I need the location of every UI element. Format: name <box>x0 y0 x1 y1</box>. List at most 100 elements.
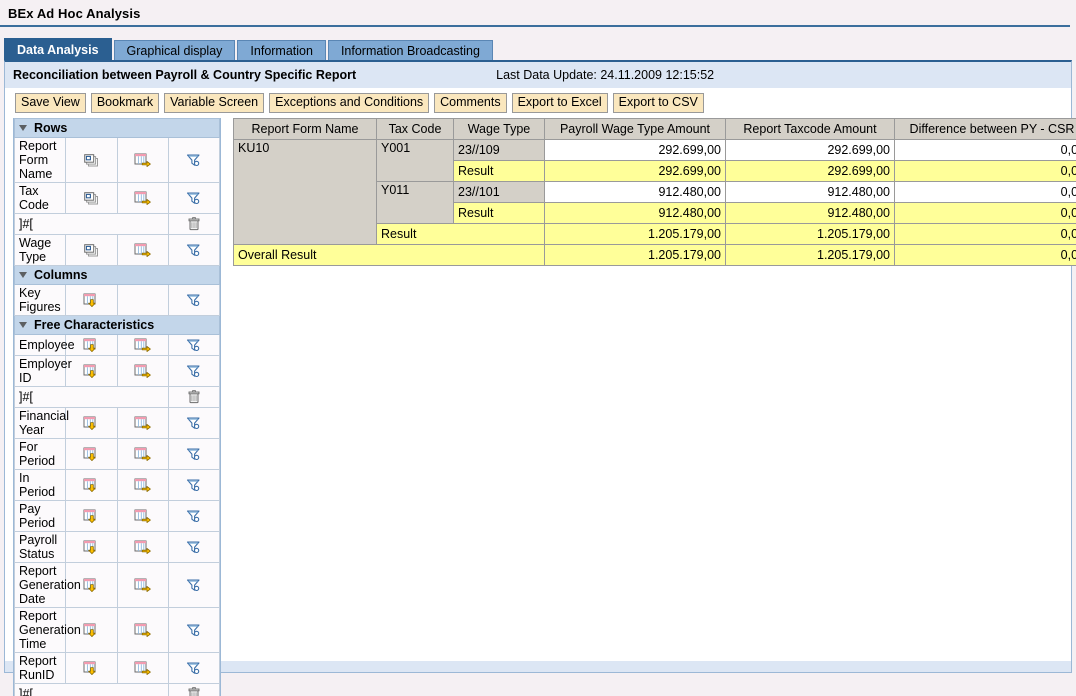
table-row[interactable]: KU10Y00123//109292.699,00292.699,000,00 <box>233 139 1076 245</box>
table-right-arrow-icon-cell[interactable] <box>116 469 169 501</box>
grid-column-header[interactable]: Report Taxcode Amount <box>725 118 895 140</box>
nav-item-label[interactable]: Employee <box>13 334 75 356</box>
table-right-arrow-icon-cell[interactable] <box>116 652 169 684</box>
tab-graphical-display[interactable]: Graphical display <box>113 40 236 60</box>
nav-item-label[interactable]: ]#[ <box>14 386 169 408</box>
cell-wage-type[interactable]: Result <box>453 160 545 182</box>
nav-item-row[interactable]: Report RunID <box>13 652 221 684</box>
nav-item-label[interactable]: Financial Year <box>13 407 69 439</box>
table-down-arrow-icon-cell[interactable] <box>65 438 118 470</box>
cell-tax-code[interactable]: Y001 <box>376 139 454 182</box>
grid-column-header[interactable]: Report Form Name <box>233 118 377 140</box>
grid-column-header[interactable]: Difference between PY - CSR <box>894 118 1076 140</box>
filter-icon-cell[interactable] <box>167 607 221 653</box>
table-down-arrow-icon-cell[interactable] <box>65 284 118 316</box>
nav-item-label[interactable]: Payroll Status <box>13 531 67 563</box>
filter-icon-cell[interactable] <box>167 438 221 470</box>
nav-item-label[interactable]: Tax Code <box>13 182 67 214</box>
cell-wage-type[interactable]: 23//101 <box>453 181 545 203</box>
hierarchy-icon-cell[interactable] <box>65 182 118 214</box>
tab-information-broadcasting[interactable]: Information Broadcasting <box>327 40 493 60</box>
export-to-csv-button[interactable]: Export to CSV <box>612 93 704 113</box>
filter-icon-cell[interactable] <box>167 500 221 532</box>
save-view-button[interactable]: Save View <box>15 93 86 113</box>
nav-item-label[interactable]: Report Generation Time <box>13 607 81 653</box>
nav-section-rows[interactable]: Rows <box>14 118 220 138</box>
nav-item-label[interactable]: Key Figures <box>13 284 67 316</box>
table-right-arrow-icon-cell[interactable] <box>116 531 169 563</box>
nav-item-row[interactable]: Employee <box>13 334 221 356</box>
cell-report-form-name[interactable]: KU10 <box>233 139 377 245</box>
nav-item-label[interactable]: For Period <box>13 438 67 470</box>
nav-item-row[interactable]: Report Generation Date <box>13 562 221 608</box>
filter-icon-cell[interactable] <box>167 407 221 439</box>
table-down-arrow-icon-cell[interactable] <box>65 407 118 439</box>
nav-item-row[interactable]: Wage Type <box>13 234 221 266</box>
grid-column-header[interactable]: Wage Type <box>453 118 545 140</box>
trash-icon-cell[interactable] <box>167 683 221 696</box>
table-down-arrow-icon-cell[interactable] <box>65 531 118 563</box>
trash-icon-cell[interactable] <box>167 213 221 235</box>
filter-icon-cell[interactable] <box>167 137 221 183</box>
grid-column-header[interactable]: Tax Code <box>376 118 454 140</box>
nav-separator-row[interactable]: ]#[ <box>14 683 221 696</box>
nav-item-label[interactable]: Report Generation Date <box>13 562 81 608</box>
nav-item-label[interactable]: ]#[ <box>14 683 169 696</box>
table-right-arrow-icon-cell[interactable] <box>116 234 169 266</box>
table-down-arrow-icon-cell[interactable] <box>65 652 118 684</box>
nav-item-label[interactable]: Report RunID <box>13 652 67 684</box>
nav-item-row[interactable]: Key Figures <box>13 284 221 316</box>
collapse-triangle-icon[interactable] <box>19 322 28 328</box>
variable-screen-button[interactable]: Variable Screen <box>164 93 265 113</box>
nav-item-row[interactable]: In Period <box>13 469 221 501</box>
collapse-triangle-icon[interactable] <box>19 125 28 131</box>
table-row[interactable]: Overall Result 1.205.179,00 1.205.179,00 0,… <box>233 244 1076 266</box>
nav-section-columns[interactable]: Columns <box>14 265 220 285</box>
nav-item-row[interactable]: Report Form Name <box>13 137 221 183</box>
filter-icon-cell[interactable] <box>167 355 221 387</box>
table-right-arrow-icon-cell[interactable] <box>116 355 169 387</box>
table-right-arrow-icon-cell[interactable] <box>116 182 169 214</box>
nav-item-row[interactable]: Financial Year <box>13 407 221 439</box>
table-right-arrow-icon-cell[interactable] <box>116 438 169 470</box>
table-right-arrow-icon-cell[interactable] <box>116 407 169 439</box>
table-down-arrow-icon-cell[interactable] <box>65 500 118 532</box>
table-right-arrow-icon-cell[interactable] <box>116 607 169 653</box>
table-right-arrow-icon-cell[interactable] <box>116 334 169 356</box>
filter-icon-cell[interactable] <box>167 234 221 266</box>
nav-item-row[interactable]: Employer ID <box>13 355 221 387</box>
grid-column-header[interactable]: Payroll Wage Type Amount <box>544 118 726 140</box>
nav-item-label[interactable]: In Period <box>13 469 67 501</box>
nav-item-label[interactable]: Report Form Name <box>13 137 67 183</box>
nav-separator-row[interactable]: ]#[ <box>14 213 221 235</box>
nav-item-label[interactable]: Pay Period <box>13 500 67 532</box>
nav-item-row[interactable]: Pay Period <box>13 500 221 532</box>
filter-icon-cell[interactable] <box>167 531 221 563</box>
nav-separator-row[interactable]: ]#[ <box>14 386 221 408</box>
nav-item-label[interactable]: Employer ID <box>13 355 72 387</box>
tab-information[interactable]: Information <box>237 40 326 60</box>
trash-icon-cell[interactable] <box>167 386 221 408</box>
nav-item-label[interactable]: Wage Type <box>13 234 67 266</box>
nav-item-row[interactable]: Tax Code <box>13 182 221 214</box>
comments-button[interactable]: Comments <box>434 93 507 113</box>
tab-data-analysis[interactable]: Data Analysis <box>4 38 112 60</box>
nav-item-row[interactable]: Report Generation Time <box>13 607 221 653</box>
filter-icon-cell[interactable] <box>167 652 221 684</box>
collapse-triangle-icon[interactable] <box>19 272 28 278</box>
bookmark-button[interactable]: Bookmark <box>90 93 160 113</box>
table-down-arrow-icon-cell[interactable] <box>65 355 118 387</box>
filter-icon-cell[interactable] <box>167 182 221 214</box>
cell-wage-type[interactable]: 23//109 <box>453 139 545 161</box>
filter-icon-cell[interactable] <box>167 562 221 608</box>
hierarchy-icon-cell[interactable] <box>65 137 118 183</box>
cell-wage-type[interactable]: Result <box>453 202 545 224</box>
table-right-arrow-icon-cell[interactable] <box>116 500 169 532</box>
nav-item-label[interactable]: ]#[ <box>14 213 169 235</box>
exceptions-and-conditions-button[interactable]: Exceptions and Conditions <box>269 93 430 113</box>
filter-icon-cell[interactable] <box>167 284 221 316</box>
filter-icon-cell[interactable] <box>167 334 221 356</box>
table-right-arrow-icon-cell[interactable] <box>116 562 169 608</box>
table-down-arrow-icon-cell[interactable] <box>65 469 118 501</box>
nav-item-row[interactable]: For Period <box>13 438 221 470</box>
